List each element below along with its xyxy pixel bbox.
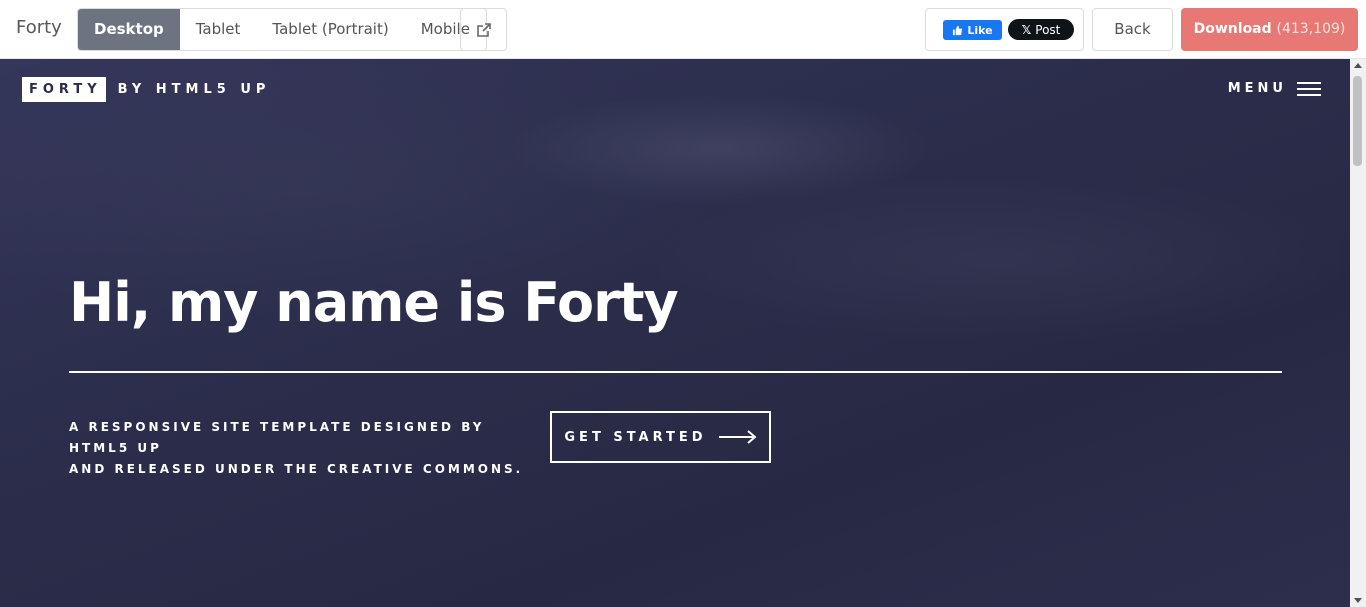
x-post-label: Post	[1035, 22, 1061, 37]
download-count: (413,109)	[1276, 21, 1346, 37]
thumbs-up-icon	[953, 25, 963, 35]
device-tablet-button[interactable]: Tablet	[180, 9, 257, 50]
hero-title: Hi, my name is Forty	[69, 271, 679, 334]
template-preview: FORTY BY HTML5 UP MENU Hi, my name is Fo…	[0, 59, 1366, 607]
template-name: Forty	[16, 17, 62, 38]
download-button[interactable]: Download (413,109)	[1181, 8, 1358, 51]
device-tablet-portrait-button[interactable]: Tablet (Portrait)	[256, 9, 404, 50]
menu-button[interactable]: MENU	[1228, 81, 1321, 96]
arrow-right-icon	[718, 430, 757, 444]
site-logo[interactable]: FORTY BY HTML5 UP	[22, 77, 270, 102]
scrollbar-thumb[interactable]	[1353, 76, 1362, 166]
facebook-like-label: Like	[967, 23, 993, 37]
hero-divider	[69, 371, 1282, 373]
scroll-down-arrow-icon[interactable]	[1354, 598, 1362, 603]
hamburger-icon	[1297, 81, 1321, 96]
menu-label: MENU	[1227, 81, 1287, 96]
hero-subtitle: A RESPONSIVE SITE TEMPLATE DESIGNED BY H…	[69, 417, 539, 480]
hero-subtitle-line: A RESPONSIVE SITE TEMPLATE DESIGNED BY H…	[69, 420, 485, 455]
device-switcher: Desktop Tablet Tablet (Portrait) Mobile	[77, 8, 487, 51]
facebook-like-button[interactable]: Like	[943, 20, 1002, 40]
preview-scrollbar[interactable]	[1350, 59, 1366, 607]
logo-box-text: FORTY	[22, 77, 106, 102]
download-label: Download	[1193, 21, 1272, 37]
social-share-group: Like 𝕏 Post	[925, 8, 1084, 51]
preview-toolbar: Forty Desktop Tablet Tablet (Portrait) M…	[0, 0, 1366, 59]
external-link-icon	[476, 22, 491, 37]
device-desktop-button[interactable]: Desktop	[78, 9, 180, 50]
open-external-button[interactable]	[460, 8, 507, 51]
get-started-label: GET STARTED	[564, 429, 707, 445]
hero-subtitle-line: AND RELEASED UNDER THE CREATIVE COMMONS.	[69, 462, 524, 476]
x-logo-icon: 𝕏	[1021, 22, 1032, 37]
logo-by-text: BY HTML5 UP	[117, 82, 271, 97]
scroll-up-arrow-icon[interactable]	[1354, 63, 1362, 68]
get-started-button[interactable]: GET STARTED	[550, 411, 771, 463]
x-post-button[interactable]: 𝕏 Post	[1008, 19, 1074, 40]
back-button[interactable]: Back	[1092, 8, 1173, 51]
